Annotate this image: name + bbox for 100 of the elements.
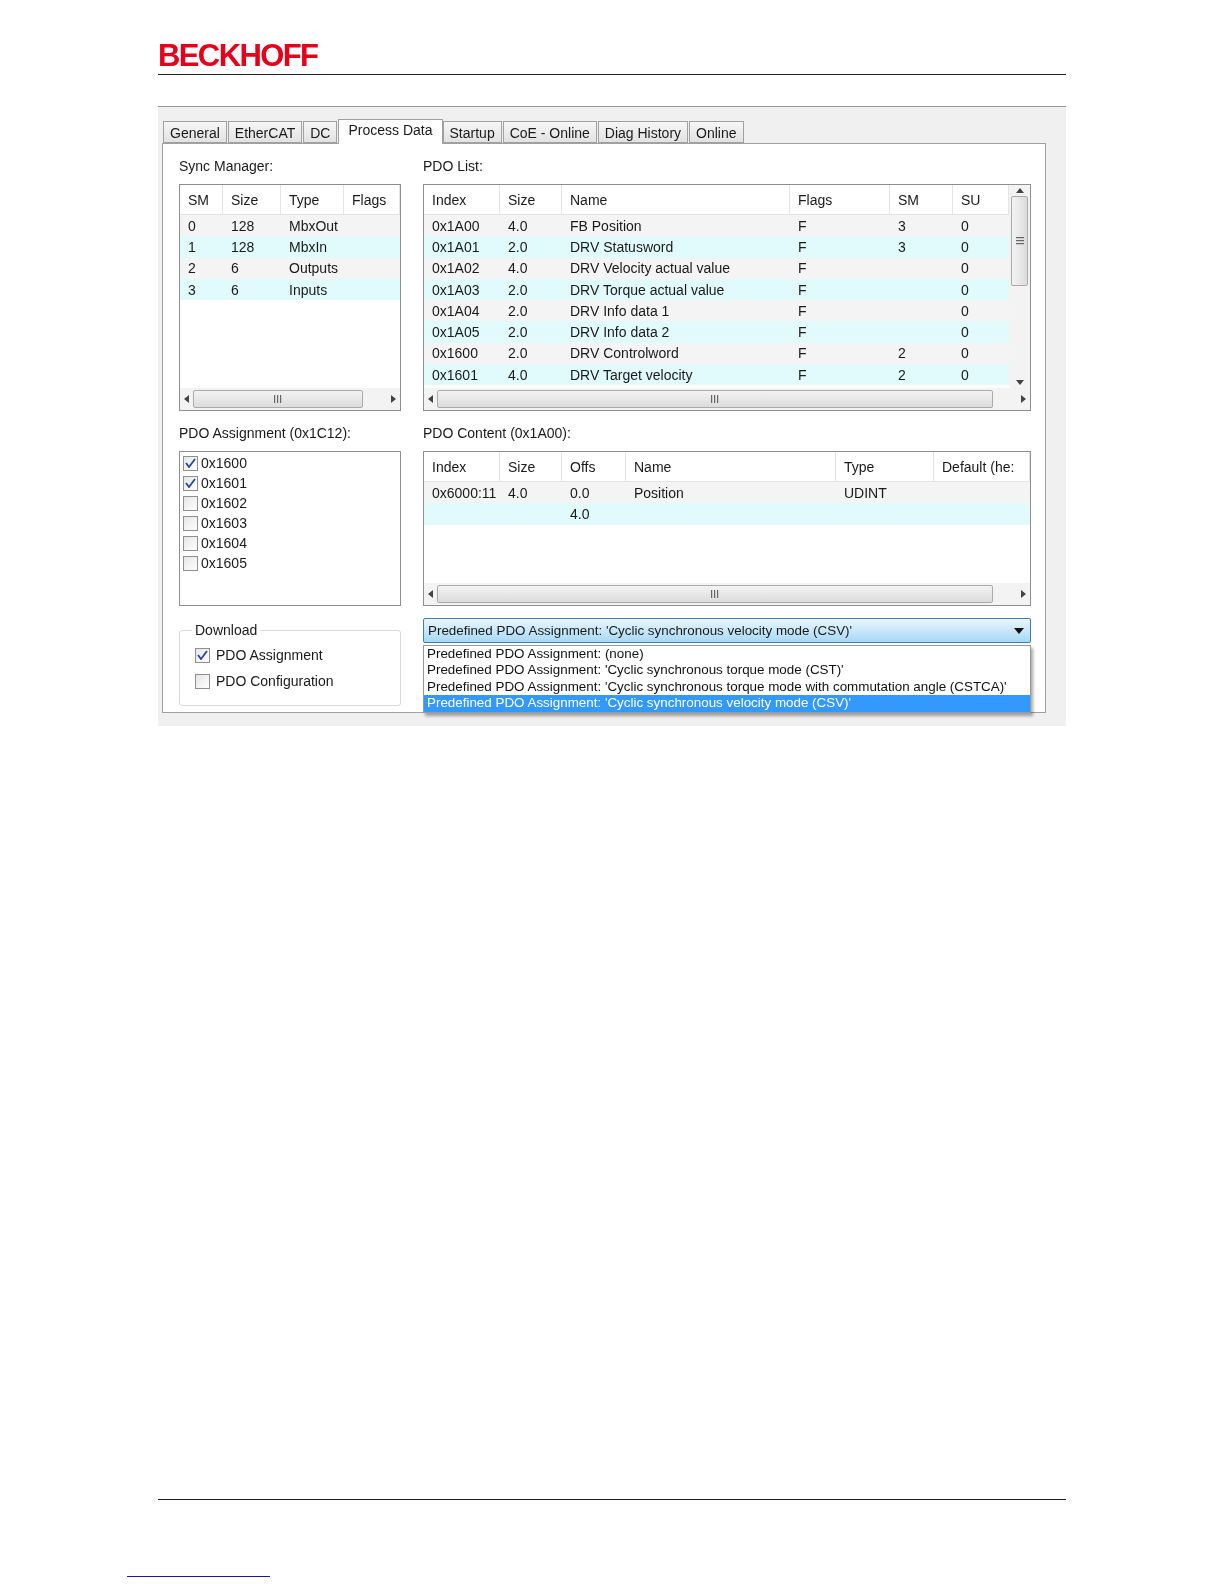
table-cell-text: 2.0 <box>507 280 528 300</box>
checkbox[interactable] <box>183 455 198 471</box>
checkbox[interactable] <box>183 555 198 571</box>
table-cell-text: 0 <box>960 237 969 257</box>
table-cell-text: 0 <box>187 216 196 236</box>
table-cell-text: 4.0 <box>507 216 528 236</box>
scroll-left-icon[interactable] <box>428 395 433 403</box>
table-cell-text: DRV Torque actual value <box>569 280 725 300</box>
tab[interactable]: Process Data <box>338 119 443 144</box>
dropdown-option[interactable]: Predefined PDO Assignment: 'Cyclic synchronous torque mode (CST)' <box>424 662 1030 679</box>
table-cell-text: 0x1A02 <box>431 259 480 279</box>
scroll-left-icon[interactable] <box>184 395 189 403</box>
table-cell-text: 4.0 <box>507 365 528 385</box>
table-row[interactable]: 0x1A04 2.0 DRV Info data 1 F 0 <box>424 300 1009 322</box>
table-cell-text: 2.0 <box>507 323 528 343</box>
checkbox-label: PDO Configuration <box>216 673 334 689</box>
table-cell-text: 3 <box>897 237 906 257</box>
grip-icon <box>273 395 283 403</box>
tab[interactable]: CoE - Online <box>502 121 597 143</box>
checkbox[interactable] <box>183 515 198 531</box>
grip-icon <box>710 395 720 403</box>
table-cell-text: 2.0 <box>507 237 528 257</box>
scroll-down-icon[interactable] <box>1015 380 1024 385</box>
table-cell-text: 4.0 <box>569 504 590 524</box>
table-cell-text: F <box>797 237 807 257</box>
checkbox[interactable] <box>183 495 198 511</box>
table-cell-text: 0.0 <box>569 483 590 503</box>
tab[interactable]: General <box>163 121 227 143</box>
horizontal-scrollbar[interactable] <box>424 388 1030 410</box>
scroll-right-icon[interactable] <box>1021 590 1026 598</box>
dropdown-arrow-icon <box>1014 627 1024 634</box>
checkbox[interactable] <box>195 673 210 689</box>
scroll-right-icon[interactable] <box>1021 395 1026 403</box>
checkbox-label: PDO Assignment <box>216 647 323 663</box>
table-cell-text: MbxIn <box>288 237 328 257</box>
horizontal-scrollbar[interactable] <box>424 583 1030 605</box>
assignment-dropdown[interactable]: Predefined PDO Assignment: 'Cyclic synchronous velocity mode (CSV)' <box>423 618 1031 643</box>
scroll-left-icon[interactable] <box>428 590 433 598</box>
table-cell-text: F <box>797 323 807 343</box>
table-cell-text: 6 <box>230 280 239 300</box>
tab[interactable]: DC <box>303 121 338 143</box>
checkbox[interactable] <box>183 535 198 551</box>
table-row[interactable]: 2 6 Outputs <box>180 257 400 279</box>
table-cell-text: FB Position <box>569 216 642 236</box>
tab[interactable]: Online <box>689 121 744 143</box>
table-row[interactable]: 0x1A00 4.0 FB Position F 3 0 <box>424 215 1009 237</box>
table-row[interactable]: 0x1601 4.0 DRV Target velocity F 2 0 <box>424 364 1009 386</box>
table-cell-text: 0x1A01 <box>431 237 480 257</box>
scroll-right-icon[interactable] <box>391 395 396 403</box>
tab[interactable]: Diag History <box>597 121 689 143</box>
table-cell-text: DRV Target velocity <box>569 365 693 385</box>
section-label: Sync Manager: <box>179 158 275 176</box>
checkbox-label: 0x1601 <box>201 475 247 491</box>
tab[interactable]: Startup <box>442 121 502 143</box>
checkbox-label: 0x1603 <box>201 515 247 531</box>
table-cell-text: DRV Info data 1 <box>569 301 670 321</box>
checkbox-label: 0x1605 <box>201 555 247 571</box>
table-row[interactable]: 0x1600 2.0 DRV Controlword F 2 0 <box>424 342 1009 365</box>
checkbox-label: 0x1602 <box>201 495 247 511</box>
table-cell-text: 0x1600 <box>431 344 478 364</box>
table-cell-text: Inputs <box>288 280 328 300</box>
dropdown-option[interactable]: Predefined PDO Assignment: (none) <box>424 646 1030 663</box>
table-row[interactable]: 0x6000:11 4.0 0.0 Position UDINT <box>424 482 1030 504</box>
table-cell-text: 3 <box>187 280 196 300</box>
table-cell-text: 0 <box>960 216 969 236</box>
group-title: Download <box>194 622 259 638</box>
table-cell-text: F <box>797 280 807 300</box>
horizontal-scrollbar[interactable] <box>180 388 400 410</box>
table-row[interactable]: 0x1A01 2.0 DRV Statusword F 3 0 <box>424 236 1009 258</box>
table-cell-text: F <box>797 365 807 385</box>
table-cell-text: 2.0 <box>507 301 528 321</box>
table-cell-text: 0x1A05 <box>431 323 480 343</box>
table-row[interactable]: 4.0 <box>424 503 1030 525</box>
checkbox[interactable] <box>183 475 198 491</box>
section-label: PDO List: <box>423 158 484 176</box>
section-label: PDO Assignment (0x1C12): <box>179 425 352 443</box>
table-row[interactable]: 0 128 MbxOut <box>180 215 400 237</box>
table-cell-text: 0x1601 <box>431 365 478 385</box>
table-cell-text: 2 <box>187 259 196 279</box>
table-cell-text: 2 <box>897 365 906 385</box>
table-cell-text: F <box>797 301 807 321</box>
table-cell-text: UDINT <box>843 483 887 503</box>
table-cell-text: F <box>797 216 807 236</box>
tab[interactable]: EtherCAT <box>227 121 303 143</box>
logo: BECKHOFF <box>158 40 318 72</box>
checkbox[interactable] <box>195 647 210 663</box>
grip-icon <box>710 590 720 598</box>
table-cell-text: DRV Velocity actual value <box>569 259 731 279</box>
table-row[interactable]: 0x1A02 4.0 DRV Velocity actual value F 0 <box>424 257 1009 279</box>
table-row[interactable]: 1 128 MbxIn <box>180 236 400 258</box>
table-row[interactable]: 0x1A05 2.0 DRV Info data 2 F 0 <box>424 321 1009 343</box>
table-row[interactable]: 3 6 Inputs <box>180 278 400 301</box>
grip-icon <box>1015 236 1024 246</box>
vertical-scrollbar[interactable] <box>1009 185 1030 388</box>
checkbox-label: 0x1604 <box>201 535 247 551</box>
table-row[interactable]: 0x1A03 2.0 DRV Torque actual value F 0 <box>424 278 1009 301</box>
table-cell-text: 3 <box>897 216 906 236</box>
table-cell-text: F <box>797 344 807 364</box>
scroll-up-icon[interactable] <box>1015 188 1024 193</box>
table-cell-text: 0 <box>960 301 969 321</box>
